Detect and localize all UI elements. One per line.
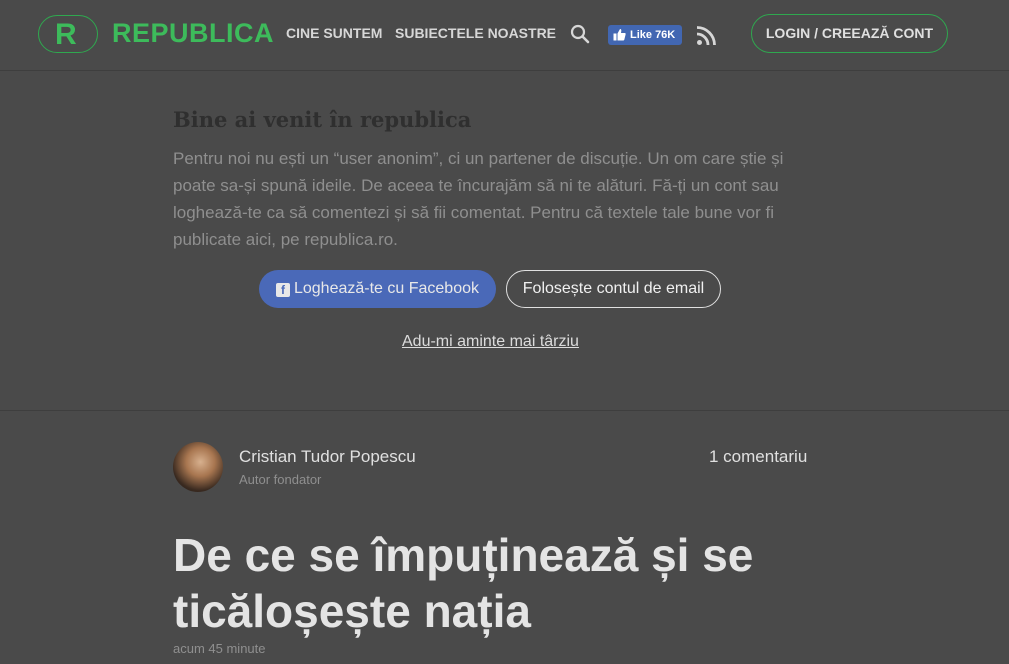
rss-icon[interactable]: [696, 26, 716, 46]
facebook-like-button[interactable]: Like 76K: [608, 25, 682, 45]
email-login-button[interactable]: Folosește contul de email: [506, 270, 721, 308]
facebook-like-label: Like 76K: [630, 29, 676, 41]
site-logo-text[interactable]: REPUBLICA: [112, 18, 274, 49]
logo-badge[interactable]: R: [38, 15, 98, 53]
remind-later-link[interactable]: Adu-mi aminte mai târziu: [402, 333, 579, 351]
nav-cine-suntem[interactable]: CINE SUNTEM: [286, 25, 382, 41]
author-name[interactable]: Cristian Tudor Popescu: [239, 447, 416, 467]
facebook-icon: f: [275, 283, 290, 297]
thumbs-up-icon: [613, 29, 626, 41]
login-button[interactable]: LOGIN / CREEAZĂ CONT: [751, 14, 948, 53]
article-headline: De ce se împuținează și se ticăloșește n…: [173, 529, 754, 637]
comments-count[interactable]: 1 comentariu: [709, 447, 807, 467]
welcome-title: Bine ai venit în republica: [173, 107, 472, 132]
author-role: Autor fondator: [239, 472, 322, 487]
nav-subiectele-noastre[interactable]: SUBIECTELE NOASTRE: [395, 25, 556, 41]
search-icon[interactable]: [570, 24, 590, 44]
facebook-login-button[interactable]: f Loghează-te cu Facebook: [259, 270, 496, 308]
author-avatar[interactable]: [173, 442, 223, 492]
site-header: R REPUBLICA CINE SUNTEM SUBIECTELE NOAST…: [0, 0, 1009, 71]
welcome-panel: Bine ai venit în republica Pentru noi nu…: [0, 71, 1009, 411]
facebook-login-label: Loghează-te cu Facebook: [293, 280, 479, 297]
logo-letter: R: [55, 18, 77, 51]
article-timestamp: acum 45 minute: [173, 641, 266, 656]
welcome-text: Pentru noi nu ești un “user anonim”, ci …: [173, 149, 784, 249]
